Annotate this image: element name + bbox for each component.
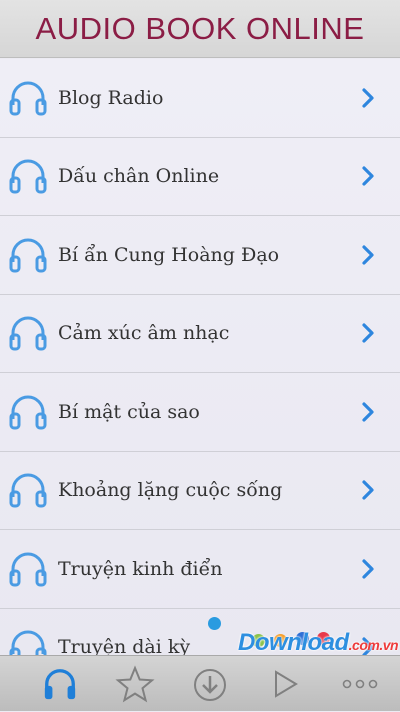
- headphones-icon: [9, 395, 47, 430]
- chevron-right-icon[interactable]: [361, 558, 375, 580]
- tab-downloads[interactable]: [175, 656, 245, 712]
- star-icon: [115, 665, 155, 703]
- headphones-icon: [9, 81, 47, 116]
- play-icon: [275, 670, 298, 698]
- headphones-icon: [9, 630, 47, 655]
- headphones-icon: [9, 159, 47, 194]
- headphones-icon: [9, 552, 47, 587]
- headphones-icon: [44, 669, 76, 700]
- list-item-label: Dấu chân Online: [58, 165, 220, 188]
- chevron-right-icon[interactable]: [361, 401, 375, 423]
- download-icon: [194, 669, 226, 701]
- tab-more[interactable]: [325, 656, 395, 712]
- app-title: AUDIO BOOK ONLINE: [35, 10, 365, 46]
- headphones-icon: [9, 238, 47, 273]
- list-item-label: Khoảng lặng cuộc sống: [58, 479, 283, 502]
- tab-player[interactable]: [250, 656, 320, 712]
- list-item[interactable]: Truyện kinh điển: [0, 530, 400, 609]
- chevron-right-icon[interactable]: [361, 165, 375, 187]
- headphones-icon: [9, 316, 47, 351]
- chevron-right-icon[interactable]: [361, 322, 375, 344]
- more-icon: [342, 679, 378, 689]
- list-item[interactable]: Blog Radio: [0, 59, 400, 138]
- tab-audio[interactable]: [25, 656, 95, 712]
- list-item-label: Truyện kinh điển: [58, 557, 223, 580]
- list-item-label: Bí mật của sao: [58, 400, 200, 423]
- list-item-label: Blog Radio: [58, 86, 164, 109]
- chevron-right-icon[interactable]: [361, 244, 375, 266]
- chevron-right-icon[interactable]: [361, 87, 375, 109]
- list-item-label: Truyện dài kỳ: [58, 636, 191, 655]
- list-item[interactable]: Truyện dài kỳ: [0, 609, 400, 655]
- list-item-label: Bí ẩn Cung Hoàng Đạo: [58, 243, 280, 266]
- app-header: AUDIO BOOK ONLINE: [0, 0, 400, 58]
- list-item[interactable]: Khoảng lặng cuộc sống: [0, 452, 400, 530]
- list-item[interactable]: Cảm xúc âm nhạc: [0, 295, 400, 373]
- list-item-label: Cảm xúc âm nhạc: [58, 322, 230, 345]
- list-item[interactable]: Dấu chân Online: [0, 138, 400, 216]
- chevron-right-icon[interactable]: [361, 636, 375, 655]
- chevron-right-icon[interactable]: [361, 479, 375, 501]
- bottom-tab-bar: [0, 655, 400, 711]
- audio-category-list: Blog Radio Dấu chân Online Bí ẩn Cung Ho…: [0, 59, 400, 655]
- list-item[interactable]: Bí ẩn Cung Hoàng Đạo: [0, 216, 400, 295]
- tab-favorites[interactable]: [100, 656, 170, 712]
- headphones-icon: [9, 473, 47, 508]
- list-item[interactable]: Bí mật của sao: [0, 373, 400, 452]
